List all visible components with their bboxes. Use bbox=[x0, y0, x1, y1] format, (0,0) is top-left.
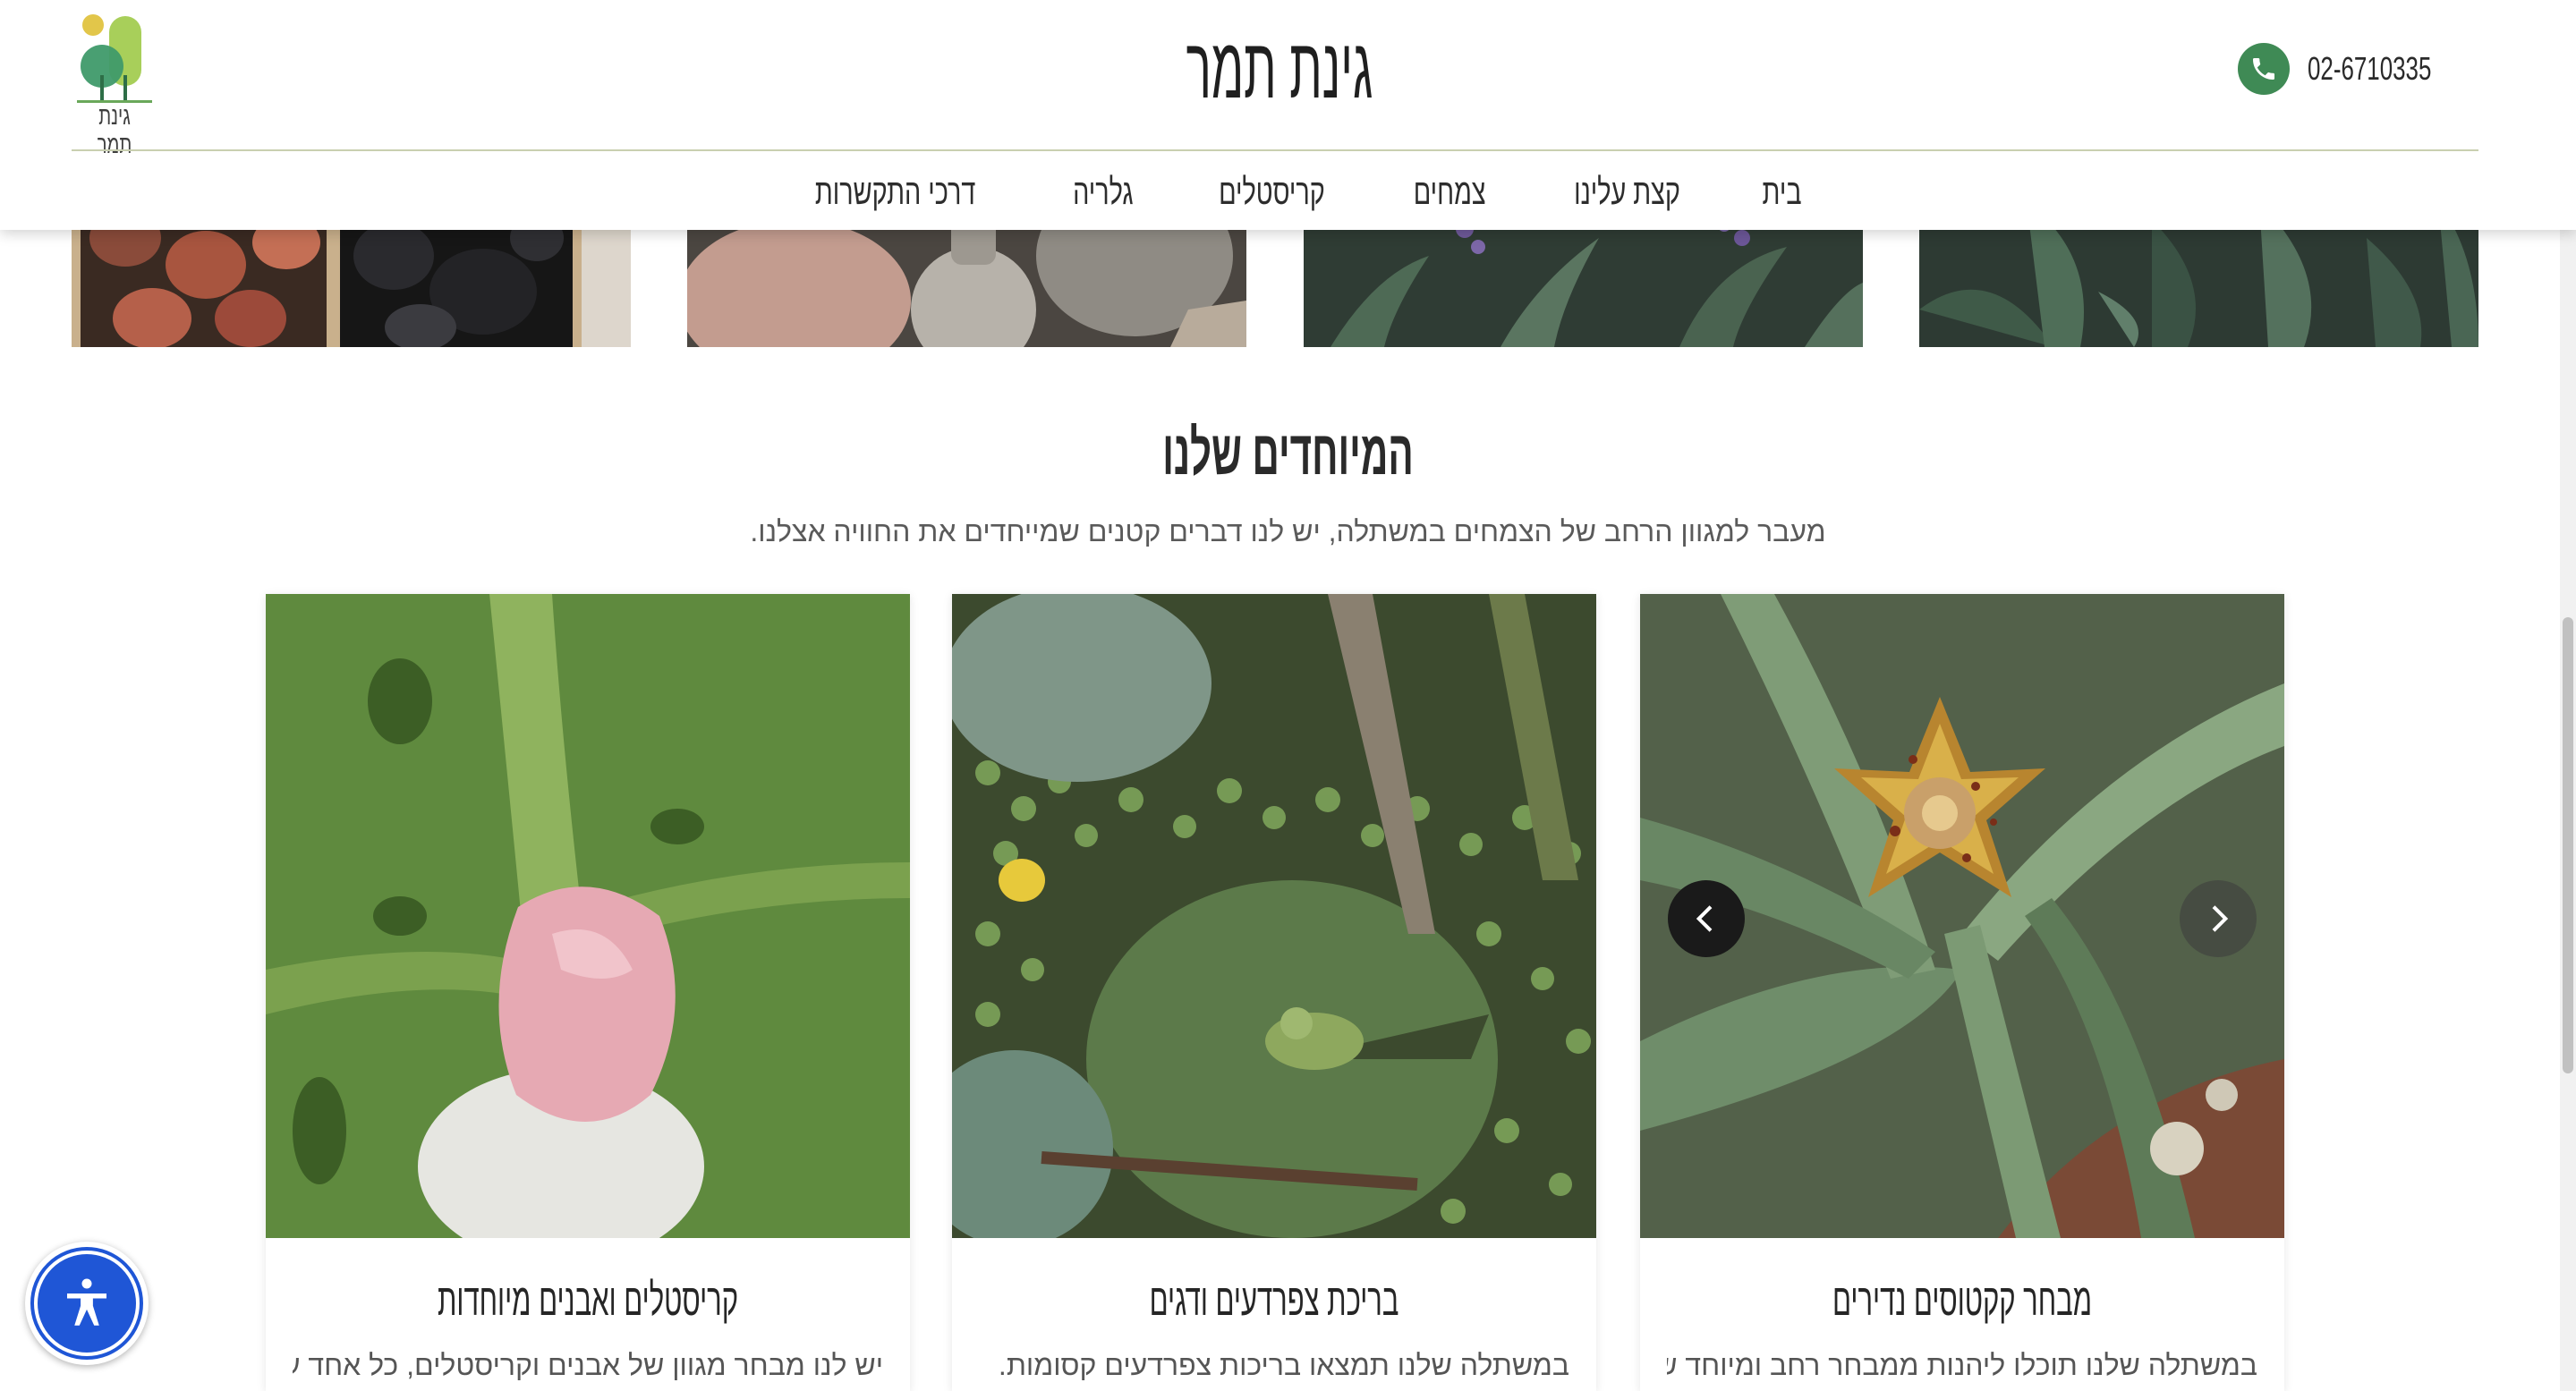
card-title: קריסטלים ואבנים מיוחדות bbox=[437, 1275, 738, 1325]
accessibility-badge bbox=[30, 1247, 143, 1360]
accessibility-icon bbox=[67, 1278, 106, 1326]
card-text: במשתלה שלנו תוכלו ליהנות ממבחר רחב ומיוח… bbox=[1667, 1349, 2257, 1381]
logo-trees-icon bbox=[77, 14, 152, 103]
nav-item-plants[interactable]: צמחים bbox=[1414, 173, 1486, 213]
card-cactus[interactable]: מבחר קקטוסים נדירים במשתלה שלנו תוכלו לי… bbox=[1640, 594, 2284, 1391]
card-title: מבחר קקטוסים נדירים bbox=[1832, 1275, 2092, 1325]
card-text: יש לנו מבחר מגוון של אבנים וקריסטלים, כל… bbox=[293, 1349, 883, 1381]
scrollbar-thumb[interactable] bbox=[2563, 617, 2573, 1073]
chevron-right-icon bbox=[2212, 905, 2229, 932]
specials-carousel: מבחר קקטוסים נדירים במשתלה שלנו תוכלו לי… bbox=[0, 594, 2576, 1391]
site-title[interactable]: גינת תמר bbox=[1127, 20, 1433, 118]
phone-contact[interactable]: 02-6710335 bbox=[2237, 43, 2479, 95]
card-crystals[interactable]: קריסטלים ואבנים מיוחדות יש לנו מבחר מגוו… bbox=[266, 594, 910, 1391]
page: גינת תמר גינת תמר 02-6710335 בית קצת עלי… bbox=[0, 0, 2576, 1391]
section-title: המיוחדים שלנו bbox=[1162, 418, 1414, 488]
nav-item-contact[interactable]: דרכי התקשרות bbox=[815, 173, 975, 213]
carousel-prev-button[interactable] bbox=[1668, 880, 1745, 957]
carousel-next-button[interactable] bbox=[2180, 880, 2257, 957]
card-text: במשתלה שלנו תמצאו בריכות צפרדעים קסומות. bbox=[998, 1349, 1569, 1381]
nav-list: בית קצת עלינו צמחים קריסטלים גלריה דרכי … bbox=[784, 173, 1809, 213]
phone-number[interactable]: 02-6710335 bbox=[2308, 50, 2431, 88]
chevron-left-icon bbox=[1696, 905, 1713, 932]
card-image-pond bbox=[952, 594, 1596, 1238]
nav-item-about[interactable]: קצת עלינו bbox=[1575, 173, 1681, 213]
card-pond[interactable]: בריכת צפרדעים ודגים במשתלה שלנו תמצאו בר… bbox=[952, 594, 1596, 1391]
card-title: בריכת צפרדעים ודגים bbox=[1149, 1275, 1399, 1325]
main-nav: בית קצת עלינו צמחים קריסטלים גלריה דרכי … bbox=[0, 163, 2576, 222]
section-subtitle: מעבר למגוון הרחב של הצמחים במשתלה, יש לנ… bbox=[750, 515, 1826, 547]
nav-item-gallery[interactable]: גלריה bbox=[1073, 173, 1133, 213]
nav-item-crystals[interactable]: קריסטלים bbox=[1219, 173, 1325, 213]
phone-icon[interactable] bbox=[2237, 43, 2290, 95]
card-image-crystals bbox=[266, 594, 910, 1238]
nav-item-home[interactable]: בית bbox=[1763, 173, 1802, 213]
accessibility-button[interactable] bbox=[25, 1242, 149, 1365]
header-divider bbox=[72, 149, 2478, 151]
site-header: גינת תמר גינת תמר 02-6710335 בית קצת עלי… bbox=[0, 0, 2576, 230]
